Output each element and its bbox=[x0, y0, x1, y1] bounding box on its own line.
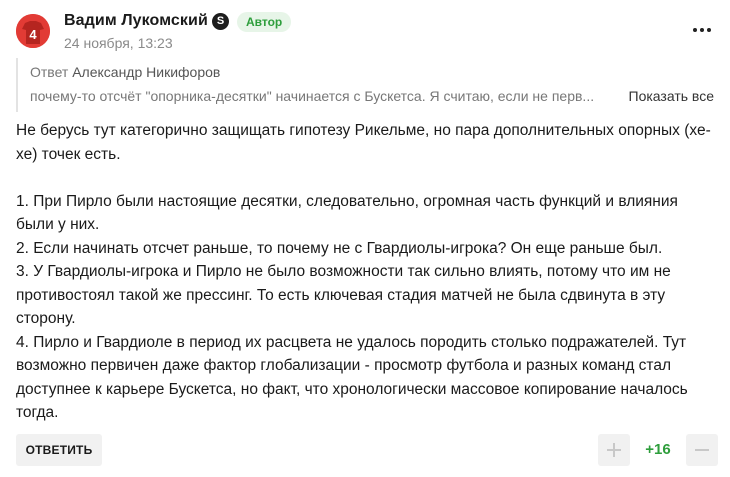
more-options-button[interactable] bbox=[688, 22, 716, 38]
avatar-jersey-number: 4 bbox=[29, 27, 37, 42]
plus-icon bbox=[607, 443, 621, 457]
football-jersey-icon: 4 bbox=[16, 14, 50, 48]
comment-paragraph: 2. Если начинать отсчет раньше, то почем… bbox=[16, 239, 663, 257]
more-dots-icon bbox=[693, 28, 697, 32]
minus-icon bbox=[695, 449, 709, 451]
author-name[interactable]: Вадим Лукомский bbox=[64, 12, 208, 30]
downvote-button[interactable] bbox=[686, 434, 718, 466]
comment-paragraph: 4. Пирло и Гвардиоле в период их расцвет… bbox=[16, 333, 688, 422]
upvote-button[interactable] bbox=[598, 434, 630, 466]
avatar[interactable]: 4 bbox=[16, 14, 50, 48]
comment-paragraph: Не берусь тут категорично защищать гипот… bbox=[16, 122, 711, 163]
quote-author-name[interactable]: Александр Никифоров bbox=[72, 64, 220, 80]
quote-prefix: Ответ bbox=[30, 64, 69, 80]
reply-button[interactable]: ОТВЕТИТЬ bbox=[16, 434, 102, 466]
quote-text: почему-то отсчёт "опорника-десятки" начи… bbox=[30, 88, 595, 104]
vote-score: +16 bbox=[645, 441, 671, 458]
author-tag: Автор bbox=[237, 12, 292, 32]
sports-logo-icon: S bbox=[212, 13, 229, 30]
quoted-reply: Ответ Александр Никифоров почему-то отсч… bbox=[16, 58, 714, 112]
comment-body: Не берусь тут категорично защищать гипот… bbox=[16, 119, 716, 425]
comment-paragraph: 1. При Пирло были настоящие десятки, сле… bbox=[16, 192, 678, 234]
show-all-link[interactable]: Показать все bbox=[629, 88, 714, 104]
quote-header: Ответ Александр Никифоров bbox=[30, 64, 220, 80]
comment-timestamp[interactable]: 24 ноября, 13:23 bbox=[64, 35, 173, 51]
comment-paragraph: 3. У Гвардиолы-игрока и Пирло не было во… bbox=[16, 263, 671, 327]
